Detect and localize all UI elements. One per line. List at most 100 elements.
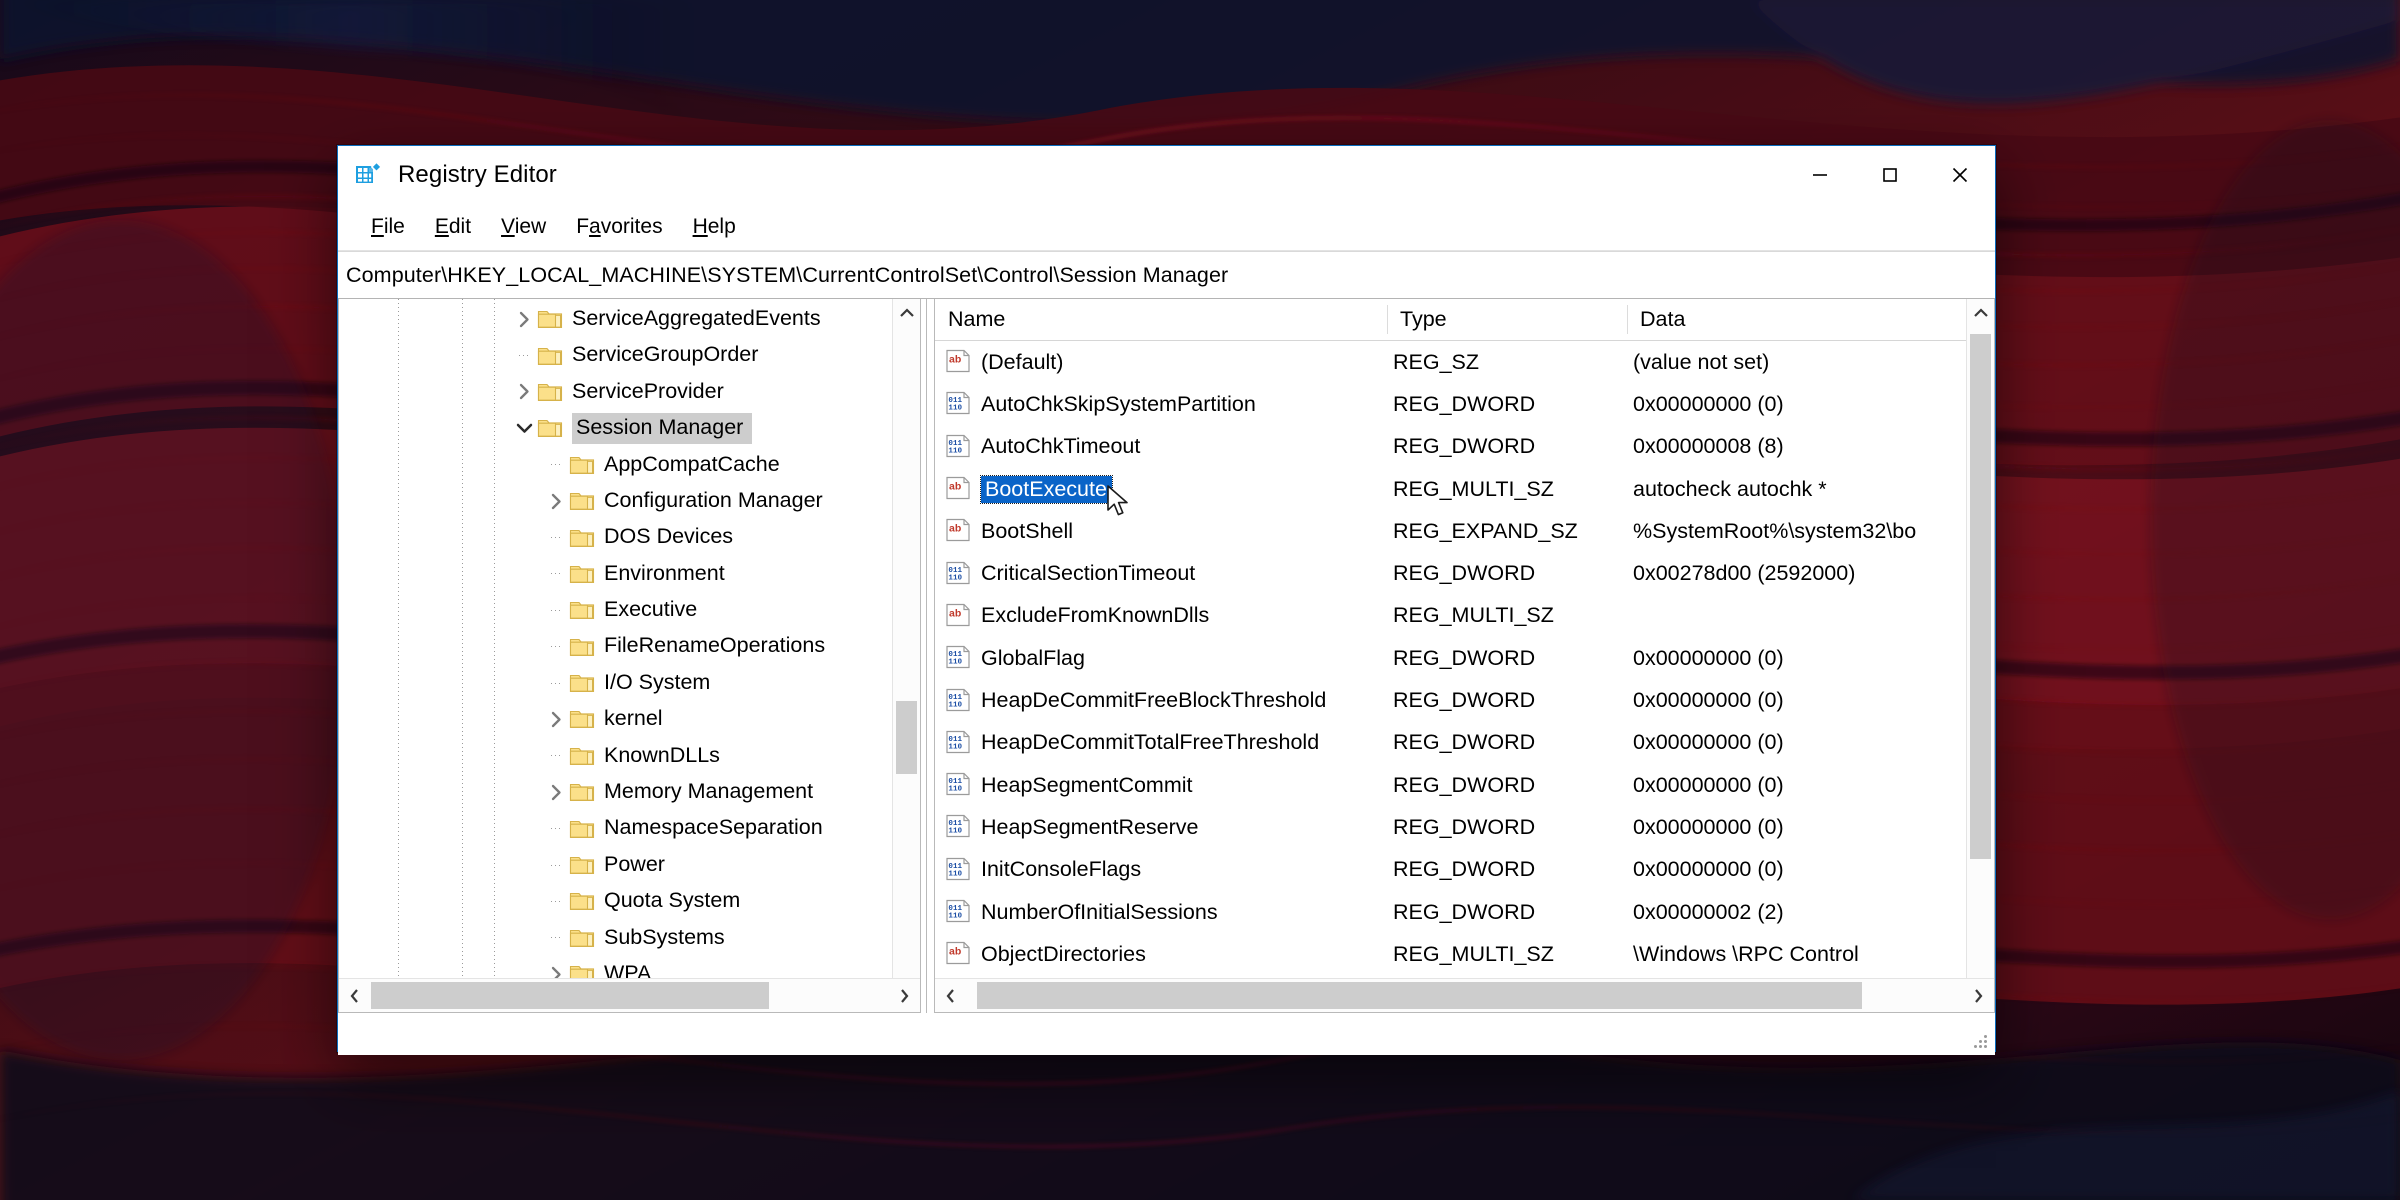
tree-expander-collapsed[interactable] — [511, 301, 537, 337]
value-name: BootExecute — [980, 474, 1113, 504]
tree-scroll-thumb[interactable] — [896, 701, 917, 774]
column-header-name[interactable]: Name — [935, 299, 1387, 340]
tree-expander-expanded[interactable] — [511, 410, 537, 446]
value-row[interactable]: 011 110 GlobalFlag REG_DWORD 0x00000000 (0… — [935, 637, 1966, 679]
tree-expander-collapsed[interactable] — [543, 774, 569, 810]
list-scroll-up-button[interactable] — [1967, 299, 1994, 327]
value-name: BootShell — [981, 518, 1074, 543]
menu-favorites[interactable]: Favorites — [563, 211, 675, 243]
tree-scroll-track[interactable] — [893, 327, 920, 984]
minimize-icon — [1813, 174, 1827, 176]
maximize-button[interactable] — [1855, 146, 1925, 204]
value-row[interactable]: 011 110 HeapSegmentCommit REG_DWORD 0x0000… — [935, 764, 1966, 806]
column-header-data[interactable]: Data — [1627, 299, 1966, 340]
tree-node[interactable]: AppCompatCache — [339, 447, 892, 483]
list-hscroll-track[interactable] — [967, 979, 1962, 1012]
tree-node[interactable]: Environment — [339, 556, 892, 592]
tree-scroll-up-button[interactable] — [893, 299, 920, 327]
value-row[interactable]: ab BootExecute REG_MULTI_SZ autocheck auto… — [935, 468, 1966, 510]
tree-node[interactable]: Session Manager — [339, 410, 892, 446]
tree-horizontal-scrollbar[interactable] — [339, 978, 920, 1012]
tree-scroll-left-button[interactable] — [339, 979, 371, 1012]
tree-expander-collapsed[interactable] — [543, 483, 569, 519]
tree-node[interactable]: DOS Devices — [339, 519, 892, 555]
value-row[interactable]: ab BootShell REG_EXPAND_SZ %SystemRoot%\sy… — [935, 510, 1966, 552]
list-hscroll-thumb[interactable] — [976, 982, 1863, 1009]
tree-vertical-scrollbar[interactable] — [892, 299, 920, 1012]
tree-node[interactable]: ServiceAggregatedEvents — [339, 301, 892, 337]
list-scroll-thumb[interactable] — [1970, 333, 1991, 860]
value-row[interactable]: 011 110 HeapSegmentReserve REG_DWORD 0x000… — [935, 806, 1966, 848]
menu-file[interactable]: File — [358, 211, 418, 243]
address-bar[interactable]: Computer\HKEY_LOCAL_MACHINE\SYSTEM\Curre… — [338, 251, 1995, 299]
tree-connector — [543, 447, 569, 483]
list-scroll-right-button[interactable] — [1962, 979, 1994, 1012]
list-scroll-track[interactable] — [1967, 327, 1994, 984]
tree-node-label: ServiceAggregatedEvents — [572, 305, 821, 330]
value-row[interactable]: 011 110 CriticalSectionTimeout REG_DWORD 0… — [935, 552, 1966, 594]
value-row[interactable]: 011 110 NumberOfInitialSessions REG_DWORD… — [935, 891, 1966, 933]
value-row[interactable]: 011 110 AutoChkSkipSystemPartition REG_DW… — [935, 383, 1966, 425]
close-button[interactable] — [1925, 146, 1995, 204]
value-row[interactable]: 011 110 InitConsoleFlags REG_DWORD 0x00000… — [935, 849, 1966, 891]
value-row[interactable]: ab ObjectDirectories REG_MULTI_SZ \Windows… — [935, 933, 1966, 975]
menu-view[interactable]: View — [488, 211, 559, 243]
value-list[interactable]: Name Type Data ab (Default) REG_SZ (value … — [935, 299, 1966, 1012]
registry-editor-icon — [354, 160, 384, 190]
tree-node[interactable]: ServiceProvider — [339, 374, 892, 410]
dword-value-icon: 011 110 — [946, 730, 970, 753]
value-name: GlobalFlag — [981, 645, 1085, 670]
selected-value-name: BootExecute — [980, 474, 1113, 504]
resize-grip[interactable] — [1973, 1034, 1989, 1050]
menu-help[interactable]: Help — [680, 211, 749, 243]
tree-node-label: ServiceGroupOrder — [572, 342, 759, 367]
value-row[interactable]: 011 110 AutoChkTimeout REG_DWORD 0x0000000… — [935, 426, 1966, 468]
value-type: REG_DWORD — [1393, 730, 1536, 755]
value-row[interactable]: 011 110 HeapDeCommitFreeBlockThreshold RE… — [935, 679, 1966, 721]
list-horizontal-scrollbar[interactable] — [935, 978, 1994, 1012]
folder-icon — [569, 563, 595, 585]
pane-splitter[interactable] — [921, 299, 934, 1013]
tree-node[interactable]: FileRenameOperations — [339, 629, 892, 665]
svg-text:ab: ab — [949, 354, 961, 366]
value-type: REG_MULTI_SZ — [1393, 603, 1554, 628]
svg-text:ab: ab — [949, 523, 961, 535]
list-scroll-left-button[interactable] — [935, 979, 967, 1012]
key-tree[interactable]: ServiceAggregatedEvents ServiceGroupOrde… — [339, 299, 892, 1012]
tree-node[interactable]: kernel — [339, 701, 892, 737]
tree-expander-collapsed[interactable] — [511, 374, 537, 410]
folder-icon — [569, 636, 595, 658]
tree-node[interactable]: SubSystems — [339, 920, 892, 956]
value-type: REG_EXPAND_SZ — [1393, 518, 1578, 543]
tree-expander-collapsed[interactable] — [543, 701, 569, 737]
tree-node[interactable]: Memory Management — [339, 774, 892, 810]
value-row[interactable]: ab ExcludeFromKnownDlls REG_MULTI_SZ — [935, 595, 1966, 637]
value-data: 0x00000002 (2) — [1633, 899, 1784, 924]
tree-hscroll-thumb[interactable] — [371, 982, 770, 1009]
tree-node[interactable]: Configuration Manager — [339, 483, 892, 519]
tree-scroll-right-button[interactable] — [888, 979, 920, 1012]
tree-hscroll-track[interactable] — [371, 979, 888, 1012]
tree-node[interactable]: I/O System — [339, 665, 892, 701]
tree-node[interactable]: Executive — [339, 592, 892, 628]
menu-edit[interactable]: Edit — [422, 211, 484, 243]
tree-node[interactable]: Quota System — [339, 883, 892, 919]
value-row[interactable]: 011 110 HeapDeCommitTotalFreeThreshold RE… — [935, 722, 1966, 764]
tree-node[interactable]: NamespaceSeparation — [339, 810, 892, 846]
chevron-right-icon — [551, 711, 561, 728]
tree-node-label: DOS Devices — [604, 524, 734, 549]
key-tree-pane: ServiceAggregatedEvents ServiceGroupOrde… — [338, 299, 921, 1013]
minimize-button[interactable] — [1785, 146, 1855, 204]
value-row[interactable]: ab (Default) REG_SZ (value not set) — [935, 341, 1966, 383]
string-value-icon: ab — [945, 476, 973, 502]
tree-node[interactable]: Power — [339, 847, 892, 883]
title-bar[interactable]: Registry Editor — [338, 146, 1995, 204]
tree-node[interactable]: KnownDLLs — [339, 738, 892, 774]
list-vertical-scrollbar[interactable] — [1966, 299, 1994, 1012]
chevron-left-icon — [946, 988, 954, 1003]
column-header-type[interactable]: Type — [1387, 299, 1627, 340]
chevron-right-icon — [901, 988, 909, 1003]
folder-icon — [537, 311, 563, 329]
tree-node[interactable]: ServiceGroupOrder — [339, 337, 892, 373]
list-header: Name Type Data — [935, 299, 1966, 341]
